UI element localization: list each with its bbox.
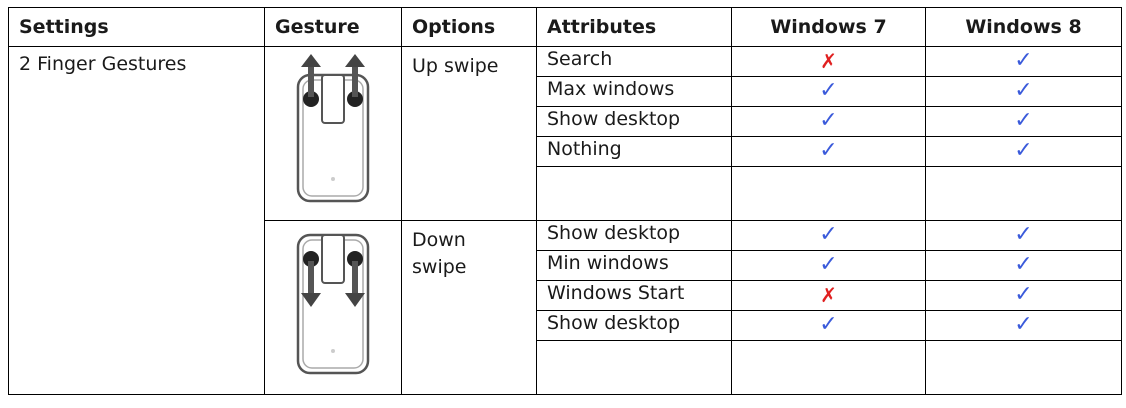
header-settings: Settings [8, 7, 265, 47]
header-options: Options [401, 7, 537, 47]
setting-cell: 2 Finger Gestures [8, 46, 265, 395]
win8-mark: ✓ [925, 280, 1122, 311]
win7-mark: ✓ [731, 76, 926, 107]
attribute-cell: Show desktop [536, 106, 732, 137]
check-icon: ✓ [1014, 222, 1033, 247]
attribute-cell: Max windows [536, 76, 732, 107]
win8-mark: ✓ [925, 76, 1122, 107]
attribute-cell: Show desktop [536, 310, 732, 341]
attribute-cell: Search [536, 46, 732, 77]
win7-mark: ✓ [731, 310, 926, 341]
header-windows-7: Windows 7 [731, 7, 926, 47]
check-icon: ✓ [1014, 48, 1033, 73]
attribute-cell: Nothing [536, 136, 732, 167]
win7-mark: ✓ [731, 136, 926, 167]
check-icon: ✓ [1014, 252, 1033, 277]
option-cell-up: Up swipe [401, 46, 537, 221]
table-row: 2 Finger Gestures Up swipe Search ✗ ✓ [8, 46, 1122, 395]
attribute-cell-empty [536, 166, 732, 221]
win7-mark: ✓ [731, 250, 926, 281]
attribute-cell-empty [536, 340, 732, 395]
header-row: Settings Gesture Options Attributes Wind… [8, 7, 1122, 47]
check-icon: ✓ [1014, 282, 1033, 307]
header-windows-8: Windows 8 [925, 7, 1122, 47]
check-icon: ✓ [819, 222, 838, 247]
check-icon: ✓ [1014, 108, 1033, 133]
win8-mark: ✓ [925, 250, 1122, 281]
attribute-cell: Windows Start [536, 280, 732, 311]
option-cell-down: Down swipe [401, 220, 537, 395]
win8-mark: ✓ [925, 136, 1122, 167]
check-icon: ✓ [819, 252, 838, 277]
win7-mark-empty [731, 340, 926, 395]
check-icon: ✓ [819, 78, 838, 103]
win7-mark: ✓ [731, 106, 926, 137]
header-gesture: Gesture [264, 7, 402, 47]
two-finger-down-swipe-icon [296, 233, 370, 375]
win7-mark: ✗ [731, 280, 926, 311]
win8-mark-empty [925, 166, 1122, 221]
check-icon: ✓ [819, 108, 838, 133]
win8-mark-empty [925, 340, 1122, 395]
gesture-cell-up [264, 46, 402, 221]
win8-mark: ✓ [925, 106, 1122, 137]
attribute-cell: Min windows [536, 250, 732, 281]
gesture-settings-table: Settings Gesture Options Attributes Wind… [8, 7, 1122, 395]
check-icon: ✓ [1014, 312, 1033, 337]
win8-mark: ✓ [925, 310, 1122, 341]
header-attributes: Attributes [536, 7, 732, 47]
check-icon: ✓ [1014, 78, 1033, 103]
attribute-cell: Show desktop [536, 220, 732, 251]
check-icon: ✓ [1014, 138, 1033, 163]
win7-mark: ✗ [731, 46, 926, 77]
win8-mark: ✓ [925, 220, 1122, 251]
win7-mark: ✓ [731, 220, 926, 251]
cross-icon: ✗ [820, 283, 837, 307]
cross-icon: ✗ [820, 49, 837, 73]
two-finger-up-swipe-icon [296, 54, 370, 203]
win7-mark-empty [731, 166, 926, 221]
check-icon: ✓ [819, 138, 838, 163]
gesture-cell-down [264, 220, 402, 395]
check-icon: ✓ [819, 312, 838, 337]
win8-mark: ✓ [925, 46, 1122, 77]
